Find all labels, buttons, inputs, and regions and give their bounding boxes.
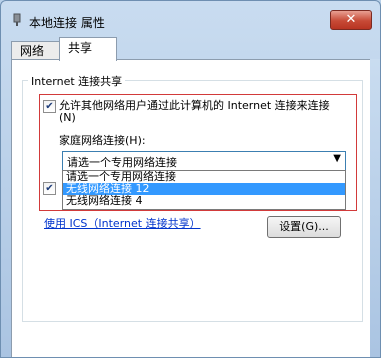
tab-network[interactable]: 网络 (11, 41, 61, 60)
window-right-border (370, 59, 380, 357)
allow-sharing-label: 允许其他网络用户通过此计算机的 Internet 连接来连接(N) (59, 99, 330, 124)
allow-sharing-checkbox[interactable]: ✔ (43, 100, 56, 113)
dropdown-option[interactable]: 无线网络连接 4 (63, 195, 345, 207)
close-button[interactable]: ✕ (330, 10, 372, 30)
home-network-select[interactable]: 请选一个专用网络连接 ▼ (62, 151, 346, 171)
ics-help-link[interactable]: 使用 ICS（Internet 连接共享） (44, 215, 201, 231)
home-network-select-value: 请选一个专用网络连接 (67, 156, 177, 169)
check-icon: ✔ (45, 101, 54, 112)
window-title: 本地连接 属性 (29, 16, 105, 30)
check-icon: ✔ (45, 183, 54, 194)
tab-sharing[interactable]: 共享 (59, 37, 117, 61)
second-checkbox[interactable]: ✔ (43, 182, 56, 195)
settings-button[interactable]: 设置(G)... (267, 216, 341, 238)
home-network-dropdown: 请选一个专用网络连接 无线网络连接 12 无线网络连接 4 (62, 170, 346, 210)
home-network-label: 家庭网络连接(H): (59, 134, 146, 147)
sharing-panel: Internet 连接共享 ✔ 允许其他网络用户通过此计算机的 Internet… (11, 59, 372, 357)
ics-group-legend: Internet 连接共享 (28, 73, 126, 89)
properties-dialog: 本地连接 属性 ✕ 网络 共享 Internet 连接共享 ✔ 允许其他网络用户… (0, 0, 381, 358)
network-adapter-icon (11, 13, 23, 27)
close-icon: ✕ (345, 12, 357, 27)
chevron-down-icon[interactable]: ▼ (333, 153, 341, 164)
title-bar[interactable]: 本地连接 属性 ✕ (1, 1, 380, 41)
